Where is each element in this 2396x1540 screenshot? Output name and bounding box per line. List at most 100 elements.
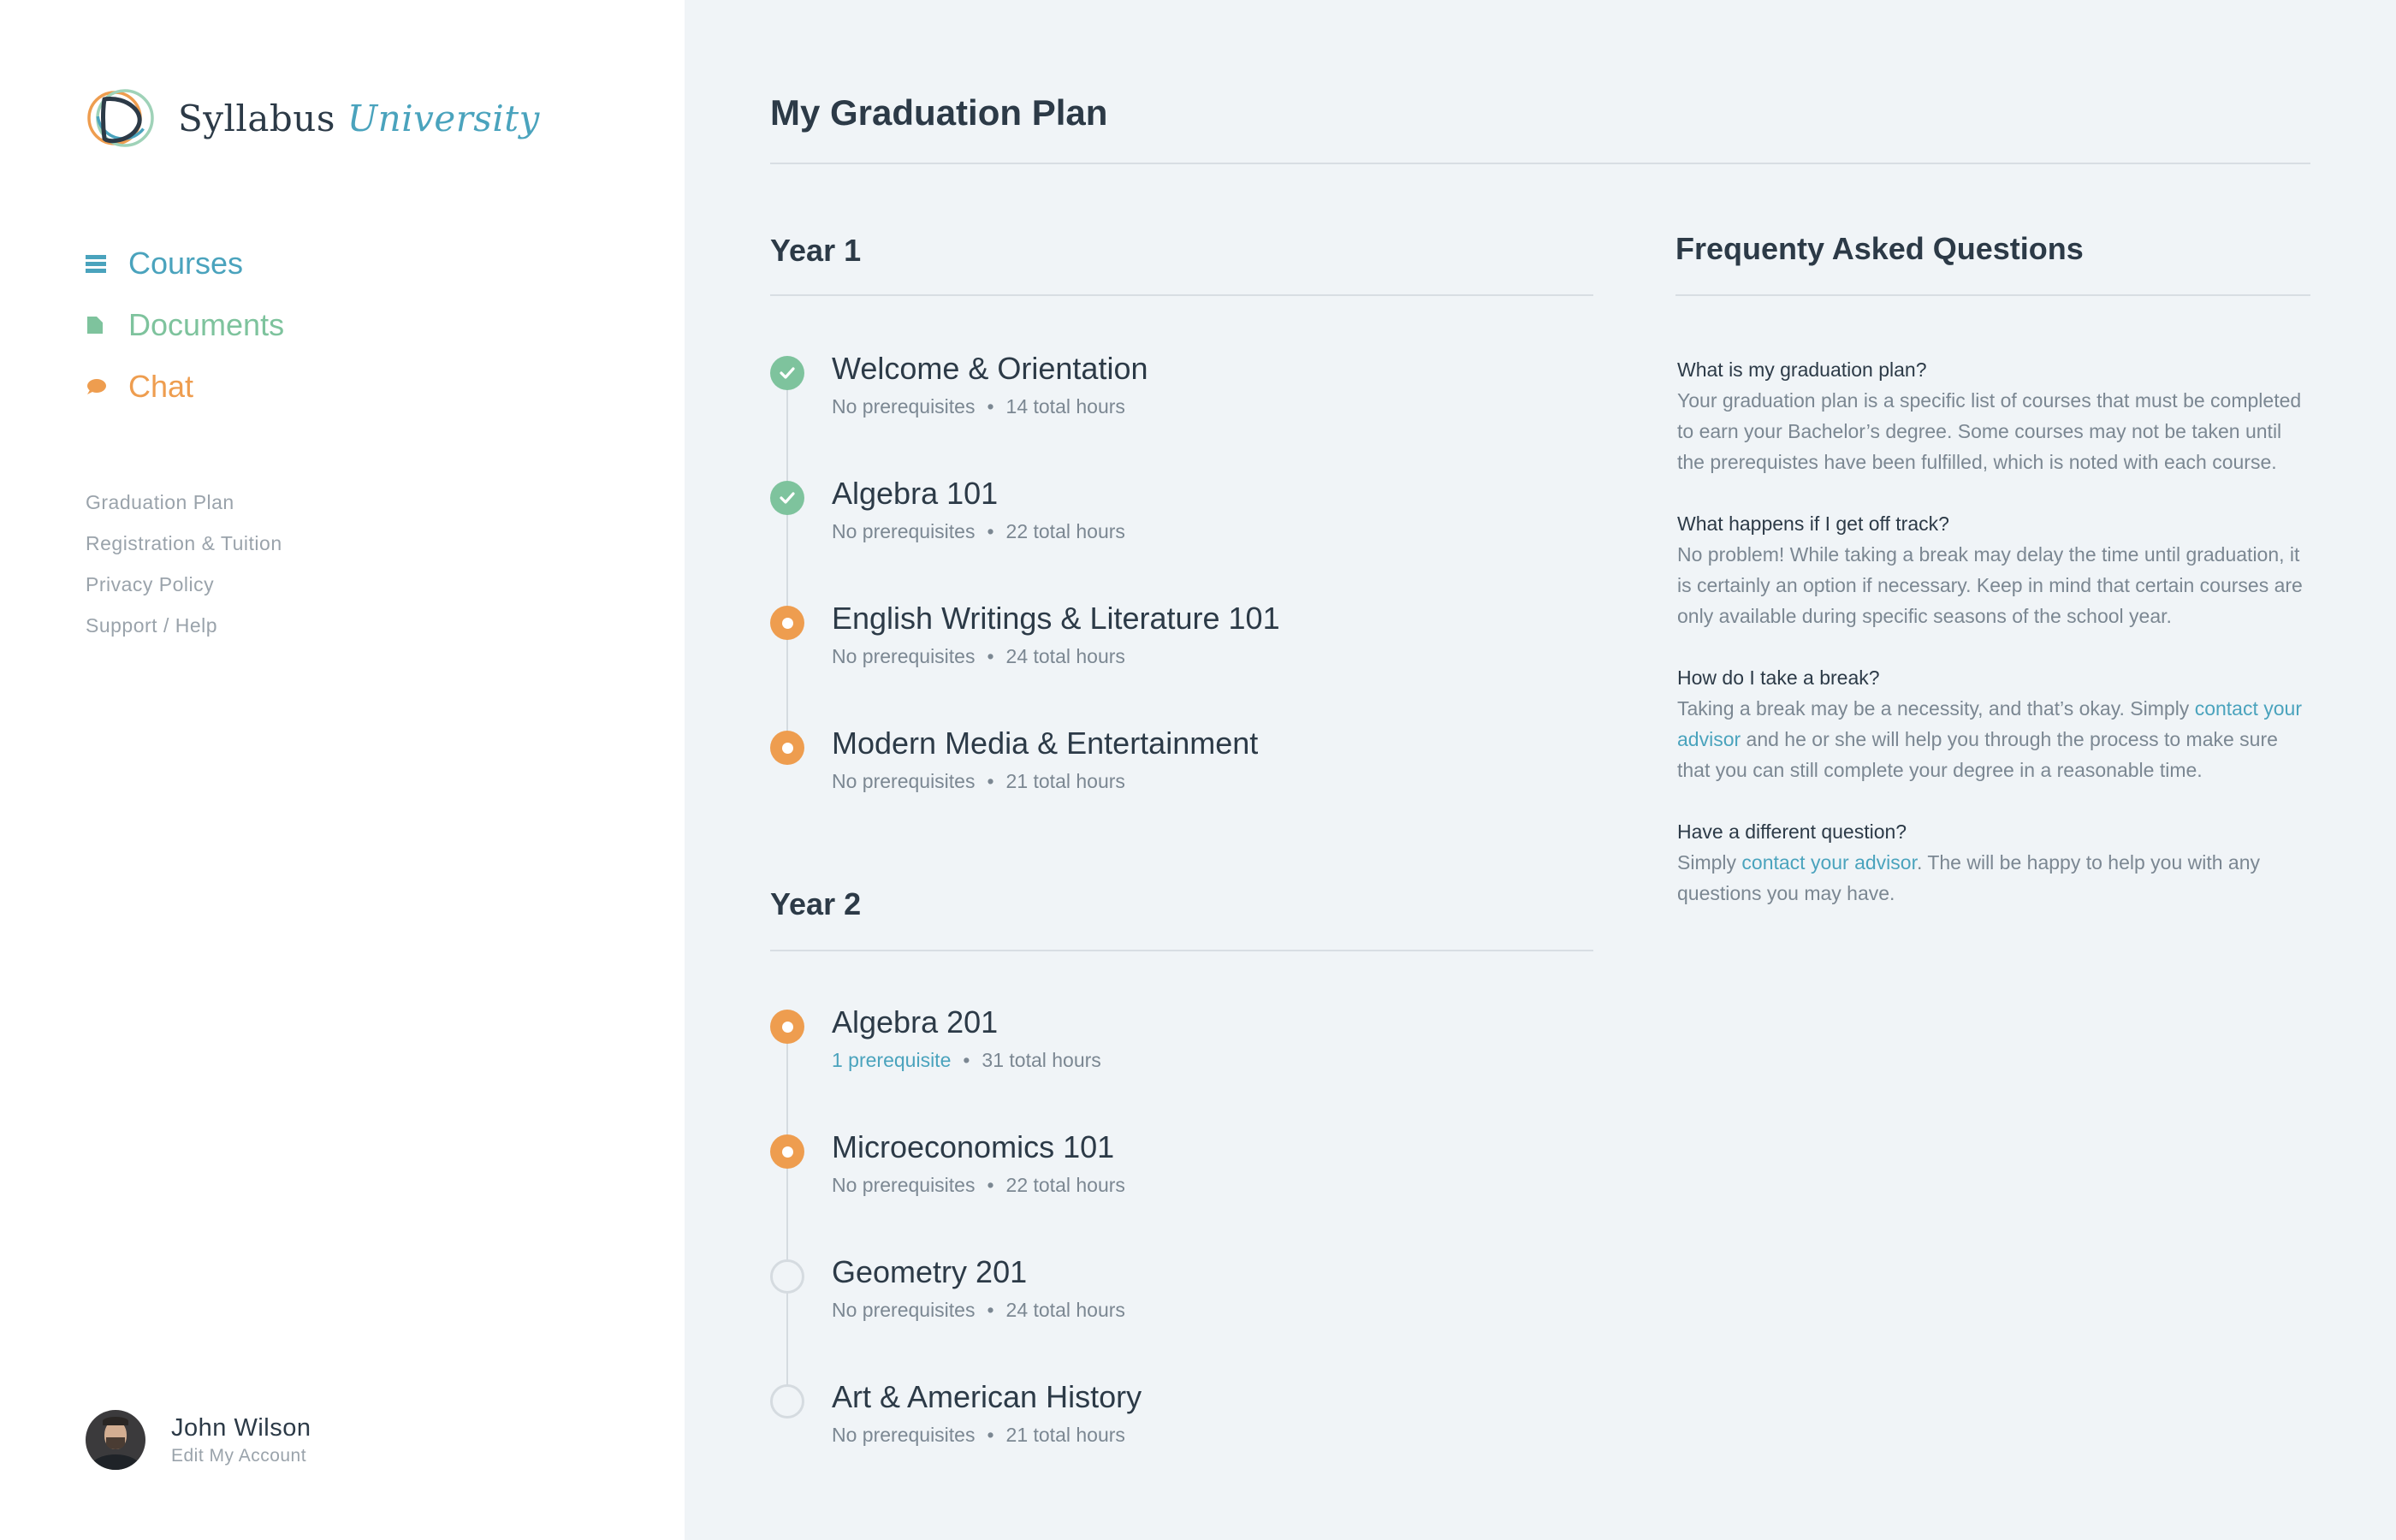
secondary-nav: Graduation Plan Registration & Tuition P… (86, 486, 282, 650)
brand-name-main: Syllabus (178, 97, 335, 139)
separator-dot: • (963, 1049, 970, 1071)
course-hours: 21 total hours (1005, 770, 1125, 792)
course-meta: No prerequisites • 22 total hours (832, 1174, 1125, 1197)
link-registration-tuition[interactable]: Registration & Tuition (86, 527, 282, 568)
user-name: John Wilson (171, 1413, 311, 1442)
separator-dot: • (987, 645, 994, 667)
nav-label-chat: Chat (128, 369, 194, 404)
prerequisite-link[interactable]: 1 prerequisite (832, 1049, 951, 1071)
course-item[interactable]: Art & American History No prerequisites •… (770, 1379, 1593, 1473)
nav-label-documents: Documents (128, 307, 285, 342)
year-divider-1 (770, 294, 1593, 296)
user-account[interactable]: John Wilson Edit My Account (86, 1410, 311, 1470)
course-meta: No prerequisites • 14 total hours (832, 395, 1125, 418)
course-item[interactable]: Modern Media & Entertainment No prerequi… (770, 726, 1593, 820)
separator-dot: • (987, 1424, 994, 1446)
faq-item: What happens if I get off track? No prob… (1677, 508, 2310, 631)
course-meta: No prerequisites • 22 total hours (832, 520, 1125, 543)
completed-check-icon (770, 481, 804, 515)
faq-question: How do I take a break? (1677, 666, 1880, 689)
faq-answer: Simply contact your advisor. The will be… (1677, 847, 2310, 909)
course-hours: 14 total hours (1005, 395, 1125, 418)
nav-label-courses: Courses (128, 246, 244, 281)
course-item[interactable]: Welcome & Orientation No prerequisites • 1… (770, 351, 1593, 445)
course-title[interactable]: Modern Media & Entertainment (832, 726, 1258, 761)
brand-logo[interactable]: Syllabus University (86, 84, 540, 152)
in-progress-status-icon (770, 731, 804, 765)
faq-answer-text: and he or she will help you through the … (1677, 728, 2278, 781)
course-item[interactable]: Geometry 201 No prerequisites • 24 total h… (770, 1254, 1593, 1348)
course-item[interactable]: Algebra 201 1 prerequisite • 31 total hour… (770, 1004, 1593, 1099)
separator-dot: • (987, 1174, 994, 1196)
course-meta: No prerequisites • 24 total hours (832, 1299, 1125, 1322)
logo-mark-icon (86, 84, 154, 152)
course-prereq: No prerequisites (832, 1424, 976, 1446)
course-title[interactable]: Algebra 201 (832, 1004, 998, 1040)
brand-name: Syllabus University (178, 98, 540, 139)
separator-dot: • (987, 520, 994, 542)
faq-question: What happens if I get off track? (1677, 512, 1949, 535)
avatar[interactable] (86, 1410, 145, 1470)
main-nav: Courses Documents Chat (86, 233, 284, 418)
faq-question: Have a different question? (1677, 820, 1907, 843)
chat-bubble-icon (86, 376, 106, 398)
course-item[interactable]: Algebra 101 No prerequisites • 22 total ho… (770, 476, 1593, 570)
faq-answer-text: Simply (1677, 851, 1742, 874)
faq-heading: Frequenty Asked Questions (1675, 231, 2084, 266)
faq-answer: Your graduation plan is a specific list … (1677, 385, 2310, 477)
link-support-help[interactable]: Support / Help (86, 609, 282, 650)
year-divider-2 (770, 950, 1593, 951)
course-meta: No prerequisites • 21 total hours (832, 770, 1125, 793)
faq-item: What is my graduation plan? Your graduat… (1677, 354, 2310, 477)
separator-dot: • (987, 770, 994, 792)
course-hours: 22 total hours (1005, 1174, 1125, 1196)
nav-item-courses[interactable]: Courses (86, 233, 284, 294)
course-title[interactable]: Algebra 101 (832, 476, 998, 512)
separator-dot: • (987, 1299, 994, 1321)
course-title[interactable]: English Writings & Literature 101 (832, 601, 1280, 637)
in-progress-status-icon (770, 1010, 804, 1044)
course-prereq: No prerequisites (832, 645, 976, 667)
faq-question: What is my graduation plan? (1677, 358, 1927, 381)
course-prereq: No prerequisites (832, 1299, 976, 1321)
user-info: John Wilson Edit My Account (171, 1414, 311, 1466)
completed-check-icon (770, 356, 804, 390)
course-hours: 22 total hours (1005, 520, 1125, 542)
faq-list: What is my graduation plan? Your graduat… (1677, 354, 2310, 939)
page-title: My Graduation Plan (770, 92, 1108, 133)
in-progress-status-icon (770, 606, 804, 640)
nav-item-documents[interactable]: Documents (86, 294, 284, 356)
document-icon (86, 314, 106, 336)
course-title[interactable]: Geometry 201 (832, 1254, 1027, 1290)
separator-dot: • (987, 395, 994, 418)
course-meta: No prerequisites • 24 total hours (832, 645, 1125, 668)
edit-account-link[interactable]: Edit My Account (171, 1446, 311, 1466)
course-item[interactable]: English Writings & Literature 101 No pre… (770, 601, 1593, 695)
course-title[interactable]: Microeconomics 101 (832, 1129, 1114, 1165)
faq-divider (1675, 294, 2310, 296)
link-graduation-plan[interactable]: Graduation Plan (86, 486, 282, 527)
faq-answer-text: No problem! While taking a break may del… (1677, 543, 2303, 627)
year-heading-2: Year 2 (770, 886, 862, 921)
course-prereq: No prerequisites (832, 520, 976, 542)
not-started-status-icon (770, 1259, 804, 1294)
link-privacy-policy[interactable]: Privacy Policy (86, 568, 282, 609)
brand-name-accent: University (347, 97, 540, 139)
course-meta: No prerequisites • 21 total hours (832, 1424, 1125, 1447)
course-title[interactable]: Welcome & Orientation (832, 351, 1148, 387)
contact-advisor-link[interactable]: contact your advisor (1741, 851, 1917, 874)
course-title[interactable]: Art & American History (832, 1379, 1142, 1415)
course-prereq: No prerequisites (832, 395, 976, 418)
faq-answer: No problem! While taking a break may del… (1677, 539, 2310, 631)
list-icon (86, 252, 106, 275)
not-started-status-icon (770, 1384, 804, 1419)
faq-item: How do I take a break? Taking a break ma… (1677, 662, 2310, 785)
course-hours: 24 total hours (1005, 1299, 1125, 1321)
faq-answer: Taking a break may be a necessity, and t… (1677, 693, 2310, 785)
faq-answer-text: Your graduation plan is a specific list … (1677, 389, 2302, 473)
title-divider (770, 163, 2310, 164)
course-item[interactable]: Microeconomics 101 No prerequisites • 22 t… (770, 1129, 1593, 1223)
nav-item-chat[interactable]: Chat (86, 356, 284, 418)
course-hours: 31 total hours (982, 1049, 1101, 1071)
faq-item: Have a different question? Simply contac… (1677, 816, 2310, 909)
